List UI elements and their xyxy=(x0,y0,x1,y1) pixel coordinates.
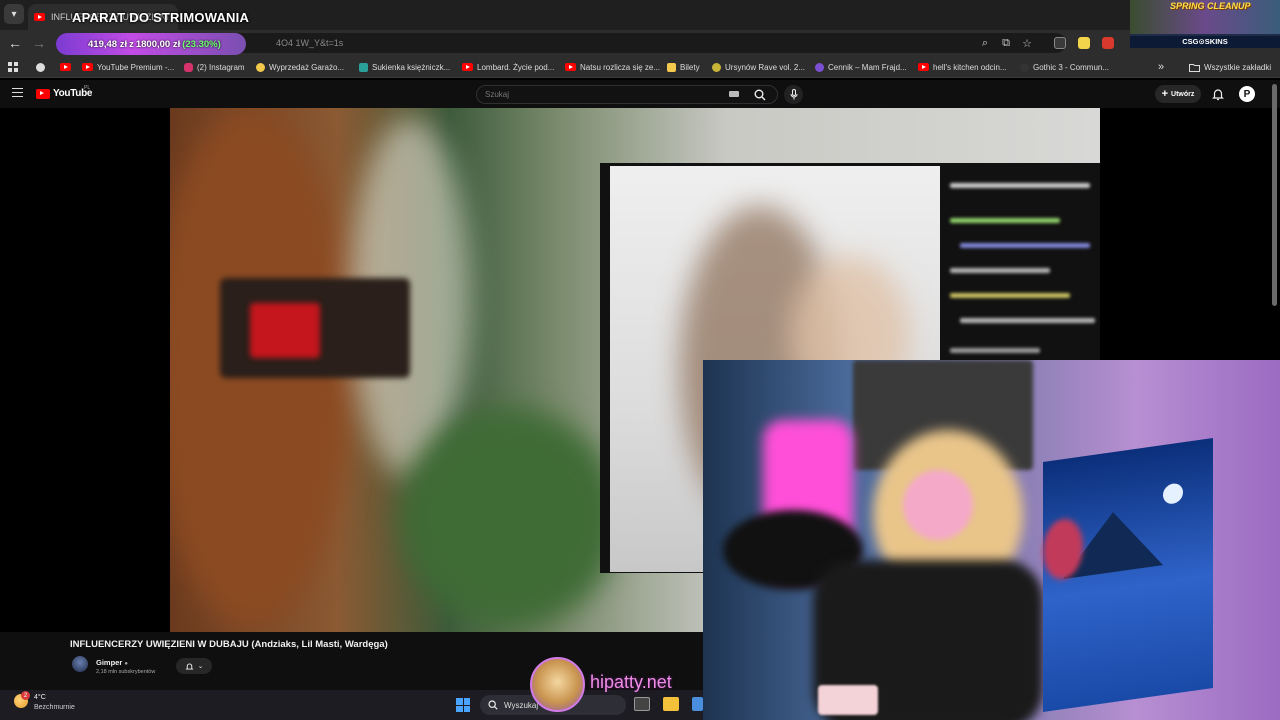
bookmark-ursynow-rave[interactable]: Ursynów Rave vol. 2... xyxy=(712,60,805,74)
bookmark-bilety[interactable]: Bilety xyxy=(667,60,700,74)
pink-headset xyxy=(903,470,973,540)
bookmark-natsu[interactable]: Natsu rozlicza się ze... xyxy=(565,60,660,74)
youtube-favicon-icon xyxy=(34,13,45,21)
streamer-watermark: hipatty.net xyxy=(590,672,672,692)
youtube-logo-icon xyxy=(36,88,50,99)
windows-start-icon[interactable] xyxy=(456,698,470,712)
address-text: 4O4 1W_Y&t=1s xyxy=(276,38,344,48)
all-bookmarks-folder[interactable]: Wszystkie zakładki xyxy=(1189,60,1271,74)
site-icon xyxy=(256,62,265,72)
weather-condition[interactable]: Bezchmurnie xyxy=(34,704,75,711)
bell-icon xyxy=(185,662,194,670)
notifications-bell-icon[interactable] xyxy=(1211,87,1225,101)
bookmark-star-icon[interactable]: ☆ xyxy=(1019,34,1035,52)
tab-search-menu-button[interactable]: ▾ xyxy=(4,4,24,24)
bookmark-instagram[interactable]: (2) Instagram xyxy=(184,60,245,74)
ticket-icon xyxy=(667,62,676,72)
plus-icon: + xyxy=(1161,88,1169,100)
apps-grid-icon[interactable] xyxy=(8,60,19,74)
voice-search-button[interactable] xyxy=(784,85,803,104)
chevron-down-icon: ⌄ xyxy=(197,663,204,670)
extension-icon[interactable] xyxy=(1102,37,1114,49)
donation-goal-bar: 419,48 zł z 1800,00 zł (23.30%) xyxy=(56,33,246,55)
video-title: INFLUENCERZY UWIĘZIENI W DUBAJU (Andziak… xyxy=(70,639,388,650)
painting-moon xyxy=(1163,482,1183,506)
sponsor-brand-text: CSG⊙SKINS xyxy=(1130,36,1280,48)
weather-badge: 2 xyxy=(21,691,30,700)
bookmark-lombard[interactable]: Lombard. Życie pod... xyxy=(462,60,554,74)
youtube-header: YouTube PL Szukaj + Utwórz P xyxy=(0,80,1280,108)
youtube-icon xyxy=(565,63,576,71)
youtube-icon xyxy=(918,63,929,71)
blurred-logo xyxy=(250,303,320,358)
goal-current: 419,48 zł xyxy=(88,38,128,50)
weather-temperature[interactable]: 4°C xyxy=(34,694,46,701)
streamer-webcam xyxy=(703,360,1280,720)
github-bookmark-icon[interactable] xyxy=(36,60,45,74)
channel-avatar[interactable] xyxy=(72,656,88,672)
extension-icon[interactable] xyxy=(1078,37,1090,49)
zoom-icon[interactable]: ⌕ xyxy=(977,34,993,52)
subscribed-notifications-button[interactable]: ⌄ xyxy=(176,658,212,674)
sponsor-promo-text: SPRING CLEANUP xyxy=(1170,1,1251,11)
search-icon xyxy=(754,89,766,100)
paint-jar xyxy=(818,685,878,715)
back-arrow-icon[interactable]: ← xyxy=(6,34,24,52)
search-button[interactable] xyxy=(748,85,772,104)
store-icon[interactable] xyxy=(692,697,703,711)
microphone-icon xyxy=(790,89,797,100)
bookmarks-overflow-chevron-icon[interactable]: » xyxy=(1158,60,1164,74)
instagram-icon xyxy=(184,62,193,72)
site-icon xyxy=(359,62,368,72)
bookmark-youtube-premium[interactable]: YouTube Premium -... xyxy=(82,60,174,74)
account-avatar[interactable]: P xyxy=(1239,86,1255,102)
bookmark-dress[interactable]: Sukienka księżniczk... xyxy=(359,60,450,74)
extension-icon[interactable] xyxy=(1054,37,1066,49)
file-explorer-icon[interactable] xyxy=(663,697,679,711)
streamer-avatar xyxy=(530,657,585,712)
page-scrollbar[interactable] xyxy=(1272,84,1277,306)
sponsor-banner: SPRING CLEANUP CSG⊙SKINS xyxy=(1130,0,1280,48)
subscriber-count: 2,18 mln subskrybentów xyxy=(96,669,156,675)
stream-overlay-title: APARAT DO STRIMOWANIA xyxy=(72,10,250,25)
verified-check-icon: ● xyxy=(124,661,128,667)
search-icon xyxy=(488,700,498,710)
youtube-icon xyxy=(462,63,473,71)
keyboard-icon[interactable] xyxy=(729,91,739,97)
folder-icon xyxy=(1189,63,1200,72)
bookmark-cennik[interactable]: Cennik – Mam Frajd... xyxy=(815,60,907,74)
bookmark-garage-sale[interactable]: Wyprzedaż Garażo... xyxy=(256,60,344,74)
windows-taskbar: 2 4°C Bezchmurnie Wyszukaj xyxy=(0,690,703,720)
bookmark-gothic-3[interactable]: Gothic 3 - Commun... xyxy=(1020,60,1109,74)
youtube-icon xyxy=(82,63,93,71)
painting-canvas xyxy=(1043,438,1213,712)
forward-arrow-icon[interactable]: → xyxy=(30,34,48,52)
goal-separator: z xyxy=(129,38,134,50)
bookmark-hells-kitchen[interactable]: hell's kitchen odcin... xyxy=(918,60,1007,74)
region-code: PL xyxy=(84,85,91,91)
bookmarks-bar: YouTube Premium -... (2) Instagram Wyprz… xyxy=(0,56,1280,78)
site-icon xyxy=(815,62,824,72)
create-button[interactable]: + Utwórz xyxy=(1155,85,1201,103)
blurred-background xyxy=(400,408,620,628)
menu-hamburger-icon[interactable] xyxy=(12,88,23,97)
youtube-bookmark-icon[interactable] xyxy=(60,60,71,74)
task-view-icon[interactable] xyxy=(634,697,650,711)
site-icon xyxy=(712,62,721,72)
goal-percent: (23.30%) xyxy=(182,38,221,50)
channel-name[interactable]: Gimper ● xyxy=(96,658,128,667)
goal-target: 1800,00 zł xyxy=(135,38,181,50)
site-icon xyxy=(1020,62,1029,72)
install-app-icon[interactable]: ⧉ xyxy=(998,34,1014,52)
